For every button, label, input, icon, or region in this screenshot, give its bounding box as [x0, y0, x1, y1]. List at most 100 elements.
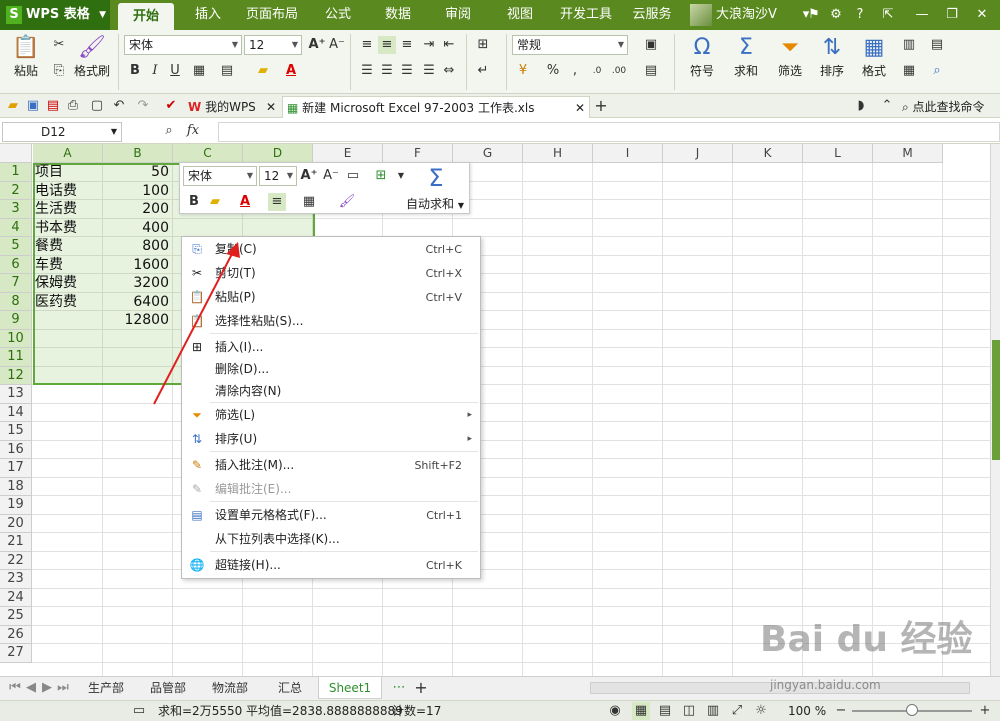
distribute-icon[interactable]: ⇔ [440, 62, 458, 80]
doc-tab-workbook[interactable]: ▦ 新建 Microsoft Excel 97-2003 工作表.xls ✕ [282, 96, 590, 118]
add-sheet-plus-icon[interactable]: + [412, 679, 430, 697]
doc-tab-my-wps[interactable]: W 我的WPS ✕ [184, 96, 280, 118]
column-header-l[interactable]: L [803, 144, 873, 163]
row-header-18[interactable]: 18 [0, 477, 32, 496]
sheet-tab-production[interactable]: 生产部 [78, 677, 134, 699]
comma-button[interactable]: , [566, 62, 584, 80]
zoom-slider-handle[interactable] [906, 704, 918, 716]
zoom-level[interactable]: 100 % [788, 701, 826, 721]
fill-color-icon[interactable]: ▰ [254, 62, 272, 80]
paste-button[interactable]: 📋 粘贴 [4, 34, 48, 90]
column-header-k[interactable]: K [733, 144, 803, 163]
settings-icon[interactable]: ⚙ [826, 5, 846, 25]
number-format-select[interactable]: 常规 ▼ [512, 35, 628, 55]
restore-ribbon-icon[interactable]: ⇱ [878, 5, 898, 25]
row-header-19[interactable]: 19 [0, 496, 32, 515]
maximize-icon[interactable]: ❐ [942, 5, 962, 25]
side-panel-handle[interactable] [992, 340, 1000, 460]
context-menu-item[interactable]: 🌐 超链接(H)... Ctrl+K [182, 554, 480, 577]
worksheet-icon[interactable]: ▤ [928, 36, 946, 54]
underline-button[interactable]: U [166, 62, 184, 80]
chevron-down-icon[interactable]: ▼ [392, 167, 410, 185]
select-all-corner[interactable] [0, 144, 32, 163]
column-header-c[interactable]: C [173, 144, 243, 163]
fullscreen-icon[interactable]: ⤢ [728, 702, 746, 720]
mini-font-name-select[interactable]: 宋体 ▼ [183, 166, 257, 186]
decrease-decimal-button[interactable]: .00 [610, 62, 628, 80]
find-command-box[interactable]: ⌕ 点此查找命令 [902, 96, 985, 118]
row-header-7[interactable]: 7 [0, 274, 32, 293]
copy-icon[interactable]: ⎘ [50, 62, 68, 80]
cell-b2[interactable]: 100 [105, 182, 169, 200]
undo-icon[interactable]: ↶ [110, 97, 128, 115]
sheet-tab-summary[interactable]: 汇总 [262, 677, 318, 699]
cell-a5[interactable]: 餐费 [35, 237, 99, 255]
column-header-i[interactable]: I [593, 144, 663, 163]
conditional-format-icon[interactable]: ▣ [642, 36, 660, 54]
align-top-icon[interactable]: ≡ [358, 36, 376, 54]
outdent-icon[interactable]: ⇤ [440, 36, 458, 54]
macro-icon[interactable]: ▭ [130, 702, 148, 720]
row-header-13[interactable]: 13 [0, 385, 32, 404]
currency-icon[interactable]: ¥ [514, 62, 532, 80]
close-icon[interactable]: ✕ [972, 5, 992, 25]
print-preview-icon[interactable]: ▢ [88, 97, 106, 115]
cell-a11[interactable] [35, 348, 99, 366]
fx-button[interactable]: fx [184, 122, 202, 140]
freeze-icon[interactable]: ▦ [900, 62, 918, 80]
sheet-tab-logistics[interactable]: 物流部 [202, 677, 258, 699]
row-header-25[interactable]: 25 [0, 607, 32, 626]
context-menu-item[interactable]: ⇅ 排序(U) ▸ [182, 428, 480, 451]
row-header-21[interactable]: 21 [0, 533, 32, 552]
borders-icon[interactable]: ▦ [300, 193, 318, 211]
column-header-f[interactable]: F [383, 144, 453, 163]
row-header-12[interactable]: 12 [0, 366, 32, 385]
cell-a7[interactable]: 保姆费 [35, 274, 99, 292]
close-icon[interactable]: ✕ [575, 97, 585, 119]
column-header-m[interactable]: M [873, 144, 943, 163]
redo-icon[interactable]: ↷ [134, 97, 152, 115]
zoom-in-icon[interactable]: + [976, 702, 994, 720]
row-header-23[interactable]: 23 [0, 570, 32, 589]
shirt-icon[interactable]: ⚑ [804, 5, 824, 25]
mini-bold-button[interactable]: B [185, 193, 203, 211]
font-size-select[interactable]: 12 ▼ [244, 35, 302, 55]
save-icon[interactable]: ▣ [24, 97, 42, 115]
cell-b4[interactable]: 400 [105, 219, 169, 237]
cell-a6[interactable]: 车费 [35, 256, 99, 274]
tab-insert[interactable]: 插入 [184, 0, 232, 30]
tab-view[interactable]: 视图 [496, 0, 544, 30]
rows-columns-icon[interactable]: ▥ [900, 36, 918, 54]
normal-view-icon[interactable]: ▦ [632, 702, 650, 720]
cell-a12[interactable] [35, 367, 99, 385]
sigma-icon[interactable]: Σ [414, 165, 458, 191]
column-header-g[interactable]: G [453, 144, 523, 163]
sheet-tab-quality[interactable]: 品管部 [140, 677, 196, 699]
justify-icon[interactable]: ☰ [420, 62, 438, 80]
row-header-10[interactable]: 10 [0, 329, 32, 348]
align-right-icon[interactable]: ☰ [398, 62, 416, 80]
row-header-2[interactable]: 2 [0, 181, 32, 200]
mini-font-color-button[interactable]: A [236, 193, 254, 211]
format-painter-button[interactable]: 🖌 格式刷 [70, 34, 114, 90]
row-header-15[interactable]: 15 [0, 422, 32, 441]
column-header-b[interactable]: B [103, 144, 173, 163]
column-header-a[interactable]: A [33, 144, 103, 163]
minimize-icon[interactable]: — [912, 5, 932, 25]
last-sheet-icon[interactable]: ⏭ [54, 679, 72, 697]
tab-home[interactable]: 开始 [118, 3, 174, 30]
tab-cloud[interactable]: 云服务 [626, 0, 678, 30]
layout-icon[interactable]: ▥ [704, 702, 722, 720]
font-name-select[interactable]: 宋体 ▼ [124, 35, 242, 55]
sheet-tab-sheet1[interactable]: Sheet1 [318, 677, 382, 699]
merge-icon[interactable]: ▤ [218, 62, 236, 80]
font-color-button[interactable]: A [282, 62, 300, 80]
row-header-8[interactable]: 8 [0, 292, 32, 311]
table-style-icon[interactable]: ▤ [642, 62, 660, 80]
row-header-26[interactable]: 26 [0, 625, 32, 644]
increase-decimal-button[interactable]: .0 [588, 62, 606, 80]
open-folder-icon[interactable]: ▰ [4, 97, 22, 115]
borders-icon[interactable]: ▦ [190, 62, 208, 80]
fill-color-icon[interactable]: ▰ [206, 193, 224, 211]
page-break-view-icon[interactable]: ▤ [656, 702, 674, 720]
